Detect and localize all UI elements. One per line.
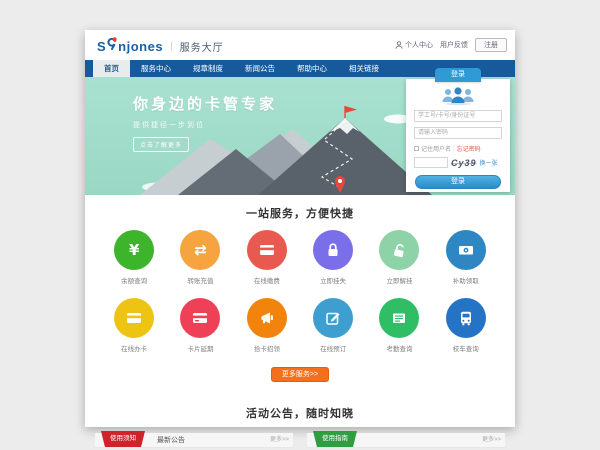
header-utilities: 个人中心 用户反馈 注册 <box>395 38 507 52</box>
edit-icon <box>313 298 353 338</box>
login-tab[interactable]: 登录 <box>435 68 481 82</box>
login-submit-button[interactable]: 登录 <box>415 175 501 189</box>
transfer-icon: ⇄ <box>180 230 220 270</box>
hero-cta-button[interactable]: 点击了解更多 <box>133 137 189 152</box>
yen-icon: ¥ <box>114 230 154 270</box>
site-header: S njones | 服务大厅 个人中心 用户反馈 注册 <box>85 30 515 60</box>
nav-item-service-center[interactable]: 服务中心 <box>130 60 182 77</box>
hero-title: 你身边的卡管专家 <box>133 93 277 114</box>
guide-more-link[interactable]: 更多>> <box>482 433 501 448</box>
guide-panel: 使用指南 更多>> <box>307 433 505 448</box>
service-label: 转账充值 <box>169 275 231 285</box>
logo-text-1: S <box>97 39 106 54</box>
service-label: 在线缴费 <box>236 275 298 285</box>
user-center-label: 个人中心 <box>405 40 433 50</box>
login-panel: 登录 记住用户名 | 忘记密码 Cy39 换一张 <box>406 68 510 192</box>
user-center-link[interactable]: 个人中心 <box>395 40 433 50</box>
user-feedback-label: 用户反馈 <box>440 40 468 50</box>
service-label: 拾卡招领 <box>236 343 298 353</box>
user-feedback-link[interactable]: 用户反馈 <box>440 40 468 50</box>
service-balance[interactable]: ¥ 余额查询 <box>103 230 165 285</box>
page: S njones | 服务大厅 个人中心 用户反馈 注册 <box>85 30 515 427</box>
captcha-input[interactable] <box>414 157 448 168</box>
captcha-image: Cy39 <box>451 158 477 168</box>
notice-panel-header: 使用须知 最新公告 更多>> <box>95 433 293 448</box>
service-attendance[interactable]: 考勤查询 <box>368 298 430 353</box>
users-icon <box>440 86 476 105</box>
remember-checkbox[interactable] <box>414 146 419 151</box>
service-unfreeze[interactable]: 立即解挂 <box>368 230 430 285</box>
service-label: 补助领取 <box>435 275 497 285</box>
megaphone-icon <box>247 298 287 338</box>
service-transfer[interactable]: ⇄ 转账充值 <box>169 230 231 285</box>
service-online-payment[interactable]: 在线缴费 <box>236 230 298 285</box>
list-icon <box>379 298 419 338</box>
divider: | <box>453 146 455 152</box>
account-input[interactable] <box>414 110 502 122</box>
remember-label: 记住用户名 <box>421 144 451 153</box>
hero-copy: 你身边的卡管专家 提供捷径一步到位 点击了解更多 <box>133 93 277 152</box>
notice-more-link[interactable]: 更多>> <box>270 433 289 448</box>
logo-separator: | <box>170 41 173 52</box>
logo-swirl-icon <box>107 37 117 55</box>
unlock-icon <box>379 230 419 270</box>
service-online-booking[interactable]: 在线预订 <box>302 298 364 353</box>
bus-icon <box>446 298 486 338</box>
service-report-loss[interactable]: 立即挂失 <box>302 230 364 285</box>
service-label: 立即解挂 <box>368 275 430 285</box>
service-label: 校车查询 <box>435 343 497 353</box>
remember-row: 记住用户名 | 忘记密码 <box>414 144 502 153</box>
tab-latest-announcements[interactable]: 最新公告 <box>157 433 185 448</box>
lock-icon <box>313 230 353 270</box>
service-label: 在线预订 <box>302 343 364 353</box>
nav-item-help[interactable]: 帮助中心 <box>286 60 338 77</box>
site-name: 服务大厅 <box>180 39 224 54</box>
nav-item-links[interactable]: 相关链接 <box>338 60 390 77</box>
logo-text-2: njones <box>118 39 163 54</box>
nav-item-news[interactable]: 新闻公告 <box>234 60 286 77</box>
services-row-1: ¥ 余额查询 ⇄ 转账充值 在线缴费 立即挂失 立即解挂 <box>85 230 515 285</box>
service-label: 卡片延期 <box>169 343 231 353</box>
service-card-extension[interactable]: 卡片延期 <box>169 298 231 353</box>
nav-item-home[interactable]: 首页 <box>93 60 130 77</box>
captcha-row: Cy39 换一张 <box>414 157 502 168</box>
service-apply-card[interactable]: 在线办卡 <box>103 298 165 353</box>
card-icon <box>114 298 154 338</box>
announcements-title: 活动公告，随时知晓 <box>85 395 515 421</box>
banknote-icon <box>446 230 486 270</box>
tab-usage-notice[interactable]: 使用须知 <box>101 431 145 447</box>
yen-glyph: ¥ <box>129 243 139 258</box>
card-icon <box>247 230 287 270</box>
services-row-2: 在线办卡 卡片延期 拾卡招领 在线预订 考勤查询 <box>85 298 515 353</box>
service-label: 立即挂失 <box>302 275 364 285</box>
hero-subtitle: 提供捷径一步到位 <box>133 120 277 130</box>
service-label: 考勤查询 <box>368 343 430 353</box>
transfer-glyph: ⇄ <box>194 243 207 258</box>
service-subsidy[interactable]: 补助领取 <box>435 230 497 285</box>
services-title: 一站服务，方便快捷 <box>85 195 515 221</box>
refresh-captcha-link[interactable]: 换一张 <box>480 158 498 167</box>
service-lost-found[interactable]: 拾卡招领 <box>236 298 298 353</box>
guide-panel-header: 使用指南 更多>> <box>307 433 505 448</box>
forgot-password-link[interactable]: 忘记密码 <box>457 144 481 153</box>
notice-panel: 使用须知 最新公告 更多>> <box>95 433 293 448</box>
password-input[interactable] <box>414 127 502 139</box>
service-label: 余额查询 <box>103 275 165 285</box>
person-icon <box>395 41 403 49</box>
card-icon <box>180 298 220 338</box>
more-services-button[interactable]: 更多服务>> <box>271 367 329 382</box>
tab-usage-guide[interactable]: 使用指南 <box>313 431 357 447</box>
announcement-panels: 使用须知 最新公告 更多>> 使用指南 更多>> <box>85 433 515 448</box>
logo[interactable]: S njones | 服务大厅 <box>97 37 224 55</box>
service-school-bus[interactable]: 校车查询 <box>435 298 497 353</box>
service-label: 在线办卡 <box>103 343 165 353</box>
nav-item-rules[interactable]: 规章制度 <box>182 60 234 77</box>
register-button[interactable]: 注册 <box>475 38 507 52</box>
login-form: 记住用户名 | 忘记密码 Cy39 换一张 登录 <box>406 79 510 192</box>
